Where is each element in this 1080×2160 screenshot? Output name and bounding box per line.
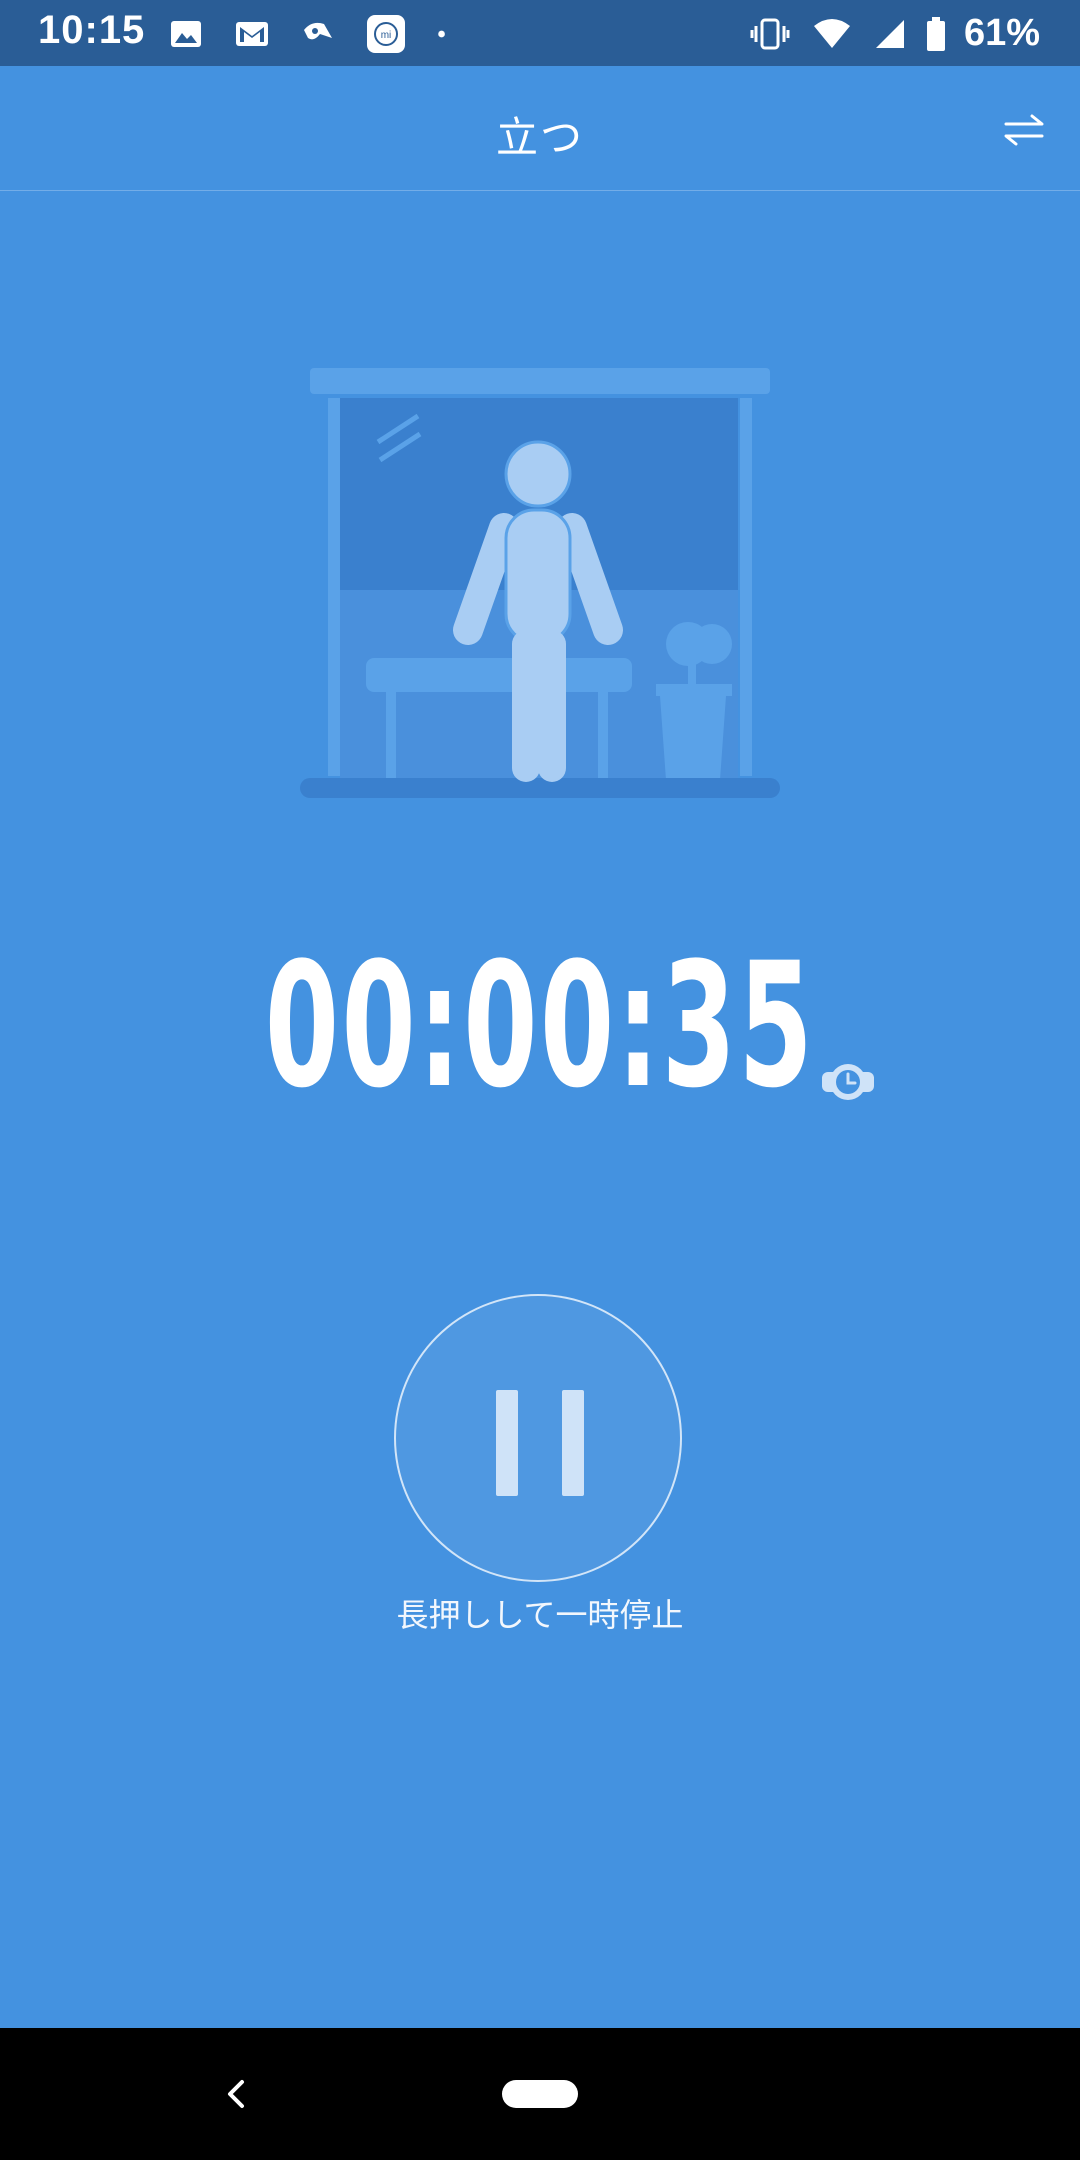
image-icon bbox=[171, 21, 201, 47]
swap-arrows-icon[interactable] bbox=[998, 104, 1050, 156]
mi-fit-icon: mi bbox=[367, 15, 405, 53]
signal-app-icon bbox=[304, 22, 332, 40]
pause-button[interactable] bbox=[394, 1294, 682, 1582]
dot-icon bbox=[438, 30, 445, 38]
pause-icon-bar bbox=[562, 1390, 584, 1496]
vibrate-icon bbox=[750, 18, 790, 49]
page-title: 立つ bbox=[495, 113, 584, 162]
notification-icons: mi bbox=[168, 14, 456, 54]
back-chevron-icon[interactable] bbox=[214, 2072, 258, 2116]
status-time: 10:15 bbox=[38, 8, 146, 52]
svg-text:mi: mi bbox=[381, 30, 392, 41]
status-bar: 10:15 mi 61% bbox=[0, 0, 1080, 66]
pause-hint: 長押しして一時停止 bbox=[396, 1596, 684, 1634]
home-pill-icon[interactable] bbox=[502, 2080, 578, 2108]
watch-clock-icon bbox=[822, 1064, 874, 1100]
cell-signal-icon bbox=[875, 19, 904, 48]
gmail-icon bbox=[236, 22, 268, 46]
battery-icon bbox=[926, 16, 945, 51]
standing-person-illustration bbox=[300, 368, 780, 798]
elapsed-timer: 00:00:35 bbox=[264, 925, 816, 1126]
wifi-icon bbox=[813, 18, 850, 48]
app-header: 立つ bbox=[0, 66, 1080, 191]
battery-percent: 61% bbox=[963, 12, 1040, 54]
system-icons: 61% bbox=[748, 12, 1040, 55]
pause-icon bbox=[496, 1390, 518, 1496]
navigation-bar bbox=[0, 2028, 1080, 2160]
